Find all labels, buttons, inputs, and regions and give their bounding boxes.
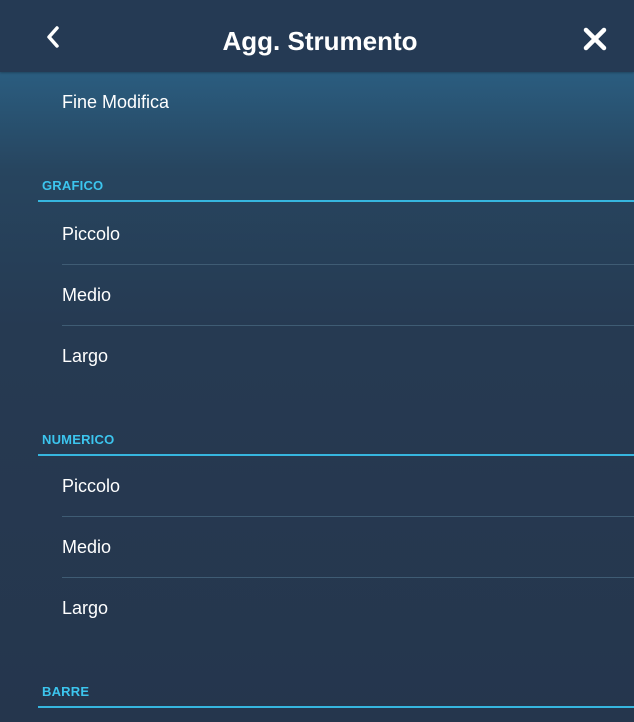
section-title: BARRE — [42, 684, 90, 699]
menu-item-label: Medio — [62, 537, 112, 557]
numerico-item-medio[interactable]: Medio — [62, 517, 634, 578]
close-button[interactable] — [570, 14, 620, 64]
menu-item-label: Piccolo — [62, 476, 121, 496]
finish-edit-button[interactable]: Fine Modifica — [0, 72, 634, 132]
section-title: NUMERICO — [42, 432, 115, 447]
numerico-item-piccolo[interactable]: Piccolo — [62, 456, 634, 517]
finish-edit-label: Fine Modifica — [62, 92, 170, 112]
section-header-barre: BARRE — [38, 678, 634, 708]
grafico-item-largo[interactable]: Largo — [62, 326, 634, 386]
chevron-left-icon — [47, 26, 59, 48]
section-header-numerico: NUMERICO — [38, 426, 634, 456]
grafico-item-medio[interactable]: Medio — [62, 265, 634, 326]
section-title: GRAFICO — [42, 178, 104, 193]
menu-item-label: Piccolo — [62, 224, 121, 244]
menu-item-label: Largo — [62, 598, 109, 618]
instrument-add-panel: Agg. Strumento Fine Modifica GRAFICO Pic… — [0, 0, 634, 722]
menu-item-label: Medio — [62, 285, 112, 305]
title-bar: Agg. Strumento — [0, 0, 634, 72]
grafico-item-piccolo[interactable]: Piccolo — [62, 204, 634, 265]
back-button[interactable] — [30, 14, 76, 60]
section-header-grafico: GRAFICO — [38, 172, 634, 202]
page-title: Agg. Strumento — [222, 26, 418, 56]
close-icon — [583, 27, 607, 51]
menu-item-label: Largo — [62, 346, 109, 366]
numerico-item-largo[interactable]: Largo — [62, 578, 634, 638]
